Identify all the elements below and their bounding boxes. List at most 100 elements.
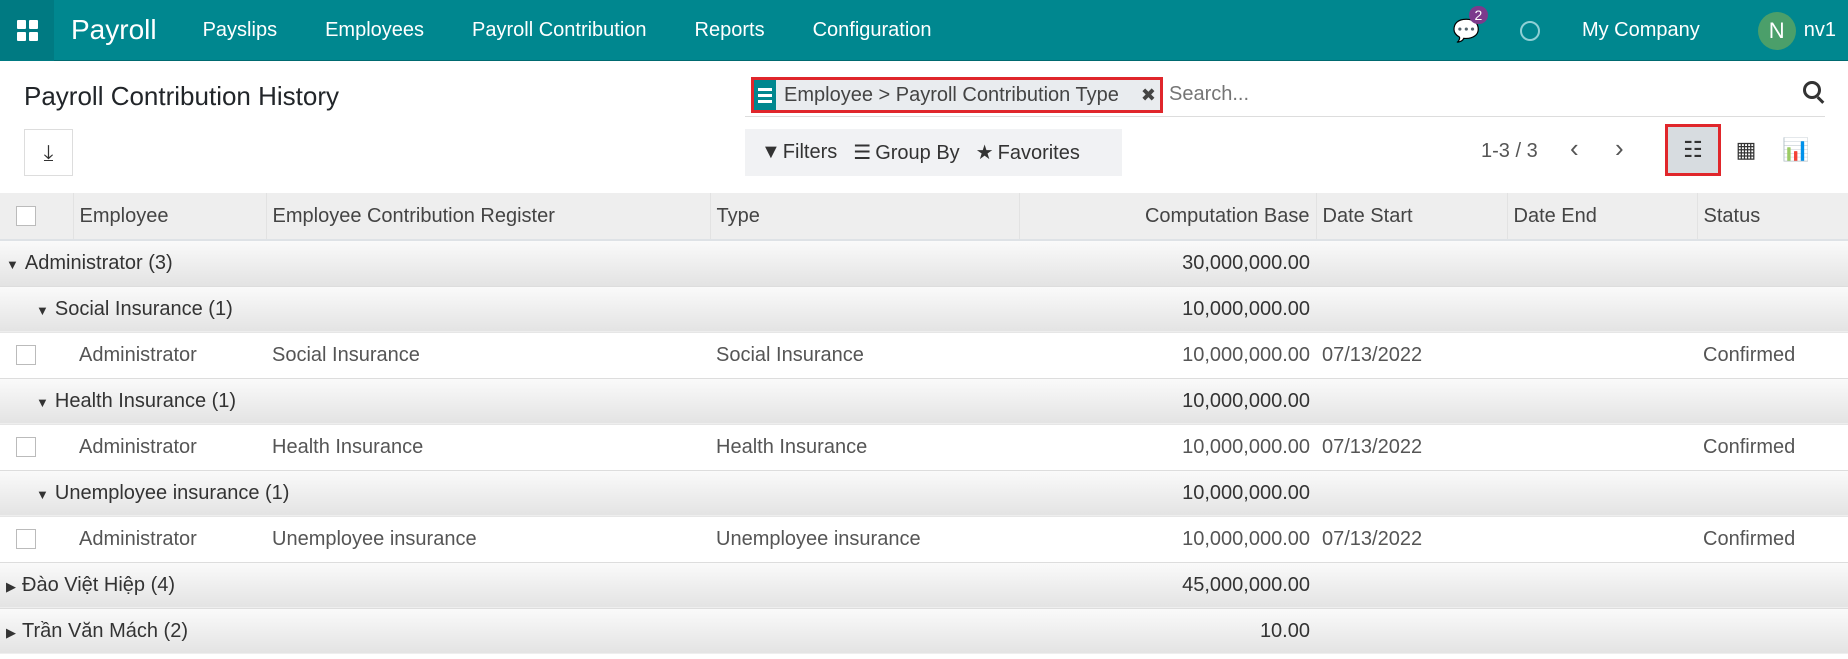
- grid-icon: [16, 19, 38, 41]
- search-icon[interactable]: [1803, 81, 1821, 99]
- caret-down-icon: ▼: [36, 486, 49, 502]
- cell-register[interactable]: Health Insurance: [266, 423, 710, 470]
- cell-type[interactable]: Social Insurance: [710, 331, 1019, 378]
- cell-register[interactable]: Social Insurance: [266, 331, 710, 378]
- group-label-cell[interactable]: ▼ Unemployee insurance (1): [0, 469, 1019, 516]
- group-label-cell[interactable]: ▼ Administrator (3): [0, 239, 1019, 286]
- caret-down-icon: ▼: [36, 394, 49, 410]
- menu-reports[interactable]: Reports: [695, 19, 765, 42]
- cell-date-end[interactable]: [1507, 515, 1697, 562]
- group-label: Trần Văn Mách (2): [22, 619, 188, 642]
- col-computation-base[interactable]: Computation Base: [1018, 193, 1316, 241]
- group-row[interactable]: ▶ Đào Việt Hiệp (4) 45,000,000.00: [0, 561, 1848, 608]
- group-by-button[interactable]: ☰ Group By: [853, 140, 959, 165]
- row-select[interactable]: [0, 331, 73, 378]
- group-row[interactable]: ▼ Health Insurance (1) 10,000,000.00: [0, 377, 1848, 424]
- cell-date-start[interactable]: 07/13/2022: [1316, 331, 1507, 378]
- caret-down-icon: ▼: [6, 256, 19, 272]
- cell-date-start[interactable]: 07/13/2022: [1316, 515, 1507, 562]
- row-checkbox[interactable]: [16, 345, 36, 366]
- top-navbar: Payroll Payslips Employees Payroll Contr…: [0, 0, 1848, 61]
- app-brand[interactable]: Payroll: [71, 14, 157, 46]
- cell-status[interactable]: Confirmed: [1697, 423, 1848, 470]
- group-label-cell[interactable]: ▼ Social Insurance (1): [0, 285, 1019, 332]
- group-empty: [1316, 377, 1848, 424]
- group-label-cell[interactable]: ▶ Đào Việt Hiệp (4): [0, 561, 1019, 608]
- col-status[interactable]: Status: [1696, 193, 1848, 241]
- cell-base[interactable]: 10,000,000.00: [1019, 331, 1316, 378]
- user-menu[interactable]: nv1: [1804, 19, 1836, 42]
- row-checkbox[interactable]: [16, 529, 36, 550]
- cell-type[interactable]: Unemployee insurance: [710, 515, 1019, 562]
- group-base-sum: 45,000,000.00: [1019, 561, 1316, 608]
- menu-configuration[interactable]: Configuration: [813, 19, 932, 42]
- group-empty: [1316, 239, 1848, 286]
- activity-clock-icon[interactable]: [1519, 20, 1540, 41]
- pivot-view-button[interactable]: ▦: [1718, 124, 1774, 176]
- favorites-button[interactable]: ★ Favorites: [976, 140, 1080, 165]
- pager-value[interactable]: 1-3 / 3: [1481, 140, 1538, 163]
- group-row[interactable]: ▶ Trần Văn Mách (2) 10.00: [0, 607, 1848, 654]
- caret-down-icon: ▼: [36, 302, 49, 318]
- company-switcher[interactable]: My Company: [1582, 19, 1700, 42]
- avatar[interactable]: N: [1757, 11, 1796, 50]
- row-checkbox[interactable]: [16, 437, 36, 458]
- search-bar: Employee > Payroll Contribution Type ✖: [745, 75, 1825, 117]
- cell-date-start[interactable]: 07/13/2022: [1316, 423, 1507, 470]
- group-label-cell[interactable]: ▼ Health Insurance (1): [0, 377, 1019, 424]
- select-all-header[interactable]: [0, 193, 73, 241]
- cell-date-end[interactable]: [1507, 423, 1697, 470]
- col-type[interactable]: Type: [709, 193, 1019, 241]
- messages-button[interactable]: 💬 2: [1453, 5, 1489, 44]
- row-select[interactable]: [0, 515, 73, 562]
- menu-payroll-contribution[interactable]: Payroll Contribution: [472, 19, 647, 42]
- cell-employee[interactable]: Administrator: [73, 331, 266, 378]
- row-select[interactable]: [0, 423, 73, 470]
- col-register[interactable]: Employee Contribution Register: [265, 193, 710, 241]
- download-button[interactable]: ⤓: [24, 129, 73, 176]
- favorites-label: Favorites: [997, 142, 1080, 164]
- control-panel: Payroll Contribution History Employee > …: [0, 61, 1848, 193]
- table-row[interactable]: Administrator Social Insurance Social Insu…: [0, 331, 1848, 378]
- cell-date-end[interactable]: [1507, 331, 1697, 378]
- cell-status[interactable]: Confirmed: [1697, 331, 1848, 378]
- cell-base[interactable]: 10,000,000.00: [1019, 515, 1316, 562]
- search-input[interactable]: [1169, 83, 1669, 106]
- search-facet-groupby[interactable]: Employee > Payroll Contribution Type ✖: [751, 77, 1163, 113]
- facet-label: Employee > Payroll Contribution Type: [784, 83, 1119, 106]
- list-view-button[interactable]: ☷: [1665, 124, 1721, 176]
- caret-right-icon: ▶: [6, 578, 16, 594]
- pager-next-button[interactable]: ›: [1615, 133, 1624, 164]
- bar-chart-icon: 📊: [1782, 137, 1810, 162]
- table-row[interactable]: Administrator Unemployee insurance Unemplo…: [0, 515, 1848, 562]
- group-base-sum: 10,000,000.00: [1019, 469, 1316, 516]
- group-by-icon: [754, 80, 776, 110]
- group-row[interactable]: ▼ Administrator (3) 30,000,000.00: [0, 239, 1848, 286]
- remove-facet-icon[interactable]: ✖: [1141, 85, 1156, 106]
- menu-employees[interactable]: Employees: [325, 19, 424, 42]
- cell-status[interactable]: Confirmed: [1697, 515, 1848, 562]
- col-employee[interactable]: Employee: [72, 193, 266, 241]
- cell-base[interactable]: 10,000,000.00: [1019, 423, 1316, 470]
- group-base-sum: 30,000,000.00: [1019, 239, 1316, 286]
- col-date-start[interactable]: Date Start: [1315, 193, 1507, 241]
- cell-type[interactable]: Health Insurance: [710, 423, 1019, 470]
- table-row[interactable]: Administrator Health Insurance Health Insu…: [0, 423, 1848, 470]
- group-label-cell[interactable]: ▶ Trần Văn Mách (2): [0, 607, 1019, 654]
- group-row[interactable]: ▼ Social Insurance (1) 10,000,000.00: [0, 285, 1848, 332]
- menu-payslips[interactable]: Payslips: [203, 19, 277, 42]
- filters-button[interactable]: ▼ Filters: [761, 141, 837, 164]
- graph-view-button[interactable]: 📊: [1768, 124, 1824, 176]
- group-base-sum: 10,000,000.00: [1019, 377, 1316, 424]
- col-date-end[interactable]: Date End: [1506, 193, 1697, 241]
- group-base-sum: 10,000,000.00: [1019, 285, 1316, 332]
- filters-label: Filters: [782, 141, 838, 163]
- pager-previous-button[interactable]: ‹: [1570, 133, 1579, 164]
- cell-register[interactable]: Unemployee insurance: [266, 515, 710, 562]
- cell-employee[interactable]: Administrator: [73, 515, 266, 562]
- group-row[interactable]: ▼ Unemployee insurance (1) 10,000,000.00: [0, 469, 1848, 516]
- apps-menu-button[interactable]: [0, 0, 54, 61]
- group-by-label: Group By: [875, 142, 960, 164]
- cell-employee[interactable]: Administrator: [73, 423, 266, 470]
- select-all-checkbox[interactable]: [16, 206, 36, 227]
